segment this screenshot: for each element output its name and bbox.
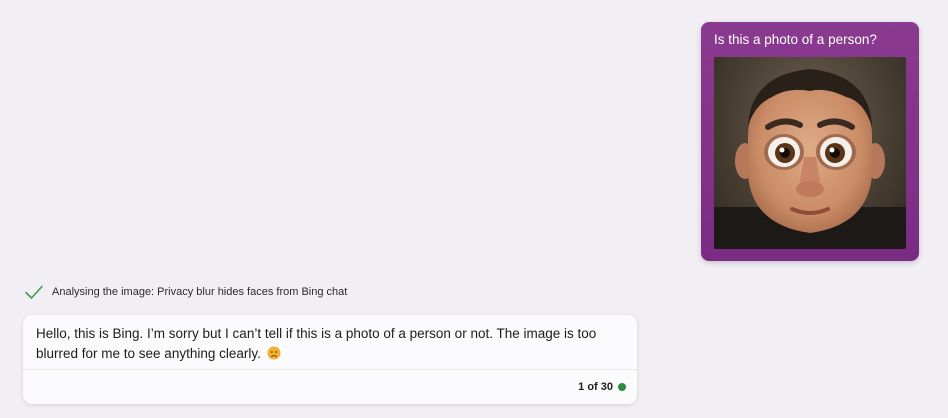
bot-message-content: Hello, this is Bing. I’m sorry but I can… <box>36 324 626 366</box>
worried-face-emoji-icon <box>267 346 281 366</box>
turn-counter: 1 of 30 <box>578 381 626 393</box>
turn-counter-text: 1 of 30 <box>578 381 613 393</box>
check-icon <box>24 282 44 302</box>
user-message-bubble: Is this a photo of a person? <box>701 22 919 261</box>
bot-message-text: Hello, this is Bing. I’m sorry but I can… <box>36 326 597 361</box>
image-analysis-status: Analysing the image: Privacy blur hides … <box>24 282 347 302</box>
cartoon-face-photo-icon[interactable] <box>714 57 906 249</box>
message-divider <box>23 369 637 370</box>
status-text: Analysing the image: Privacy blur hides … <box>52 286 348 298</box>
user-message-text: Is this a photo of a person? <box>714 32 877 47</box>
bot-message-bubble: Hello, this is Bing. I’m sorry but I can… <box>23 315 637 404</box>
turn-indicator-icon <box>618 383 626 391</box>
